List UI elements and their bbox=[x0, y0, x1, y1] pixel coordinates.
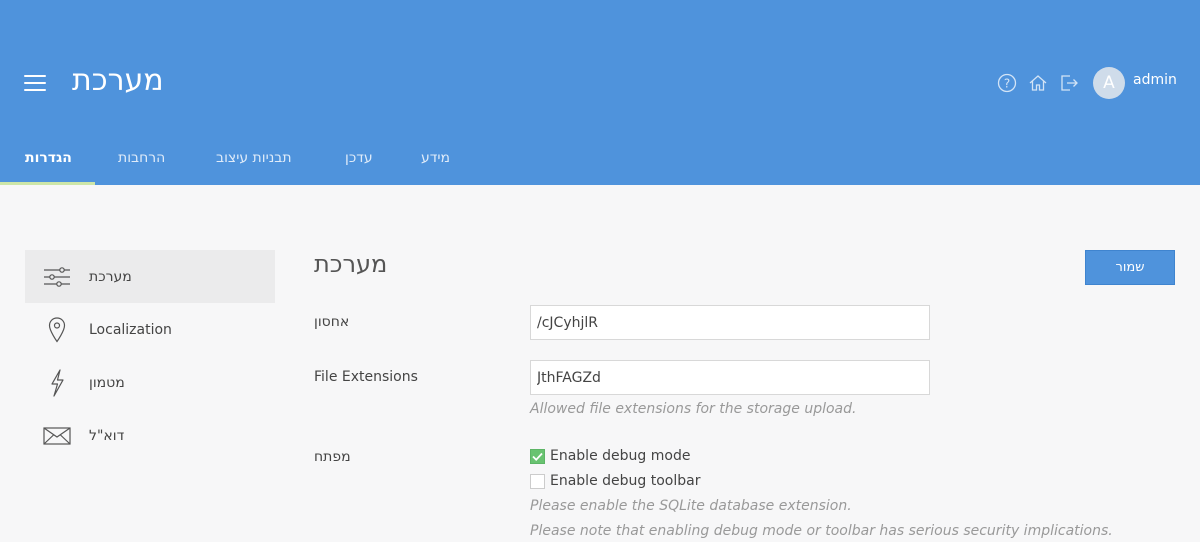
debug-mode-checkbox[interactable]: Enable debug mode bbox=[530, 447, 690, 465]
sidebar-item-label: Localization bbox=[89, 321, 172, 338]
sidebar-item-label: מטמון bbox=[89, 374, 125, 391]
envelope-icon bbox=[25, 409, 89, 462]
storage-label: אחסון bbox=[314, 314, 350, 330]
hamburger-menu-icon[interactable] bbox=[24, 75, 46, 92]
sidebar-item-label: מערכת bbox=[89, 268, 132, 285]
settings-sidebar: מערכת Localization מטמון דוא"ל bbox=[25, 250, 275, 462]
debug-mode-label: Enable debug mode bbox=[550, 448, 691, 464]
app-title: מערכת bbox=[72, 63, 164, 98]
svg-text:?: ? bbox=[1004, 77, 1010, 91]
debug-toolbar-label: Enable debug toolbar bbox=[550, 473, 701, 489]
tab-info[interactable]: מידע bbox=[421, 150, 450, 185]
debug-label: מפתח bbox=[314, 449, 351, 465]
tab-update[interactable]: עדכן bbox=[345, 150, 373, 185]
checkmark-icon bbox=[532, 452, 543, 461]
save-button[interactable]: שמור bbox=[1085, 250, 1175, 285]
map-pin-icon bbox=[25, 303, 89, 356]
top-header: מערכת ? A admin הגדרות הרחבות תבניות עיצ… bbox=[0, 0, 1200, 185]
username[interactable]: admin bbox=[1133, 72, 1177, 88]
security-hint: Please note that enabling debug mode or … bbox=[530, 523, 1113, 539]
sliders-icon bbox=[25, 250, 89, 303]
sqlite-hint: Please enable the SQLite database extens… bbox=[530, 498, 852, 514]
file-extensions-label: File Extensions bbox=[314, 369, 418, 385]
checkbox-unchecked[interactable] bbox=[530, 473, 545, 489]
home-icon[interactable] bbox=[1027, 70, 1049, 96]
logout-icon[interactable] bbox=[1058, 70, 1080, 96]
sidebar-item-system[interactable]: מערכת bbox=[25, 250, 275, 303]
tab-extensions[interactable]: הרחבות bbox=[118, 150, 165, 185]
lightning-icon bbox=[25, 356, 89, 409]
active-tab-indicator bbox=[0, 182, 95, 185]
sidebar-item-cache[interactable]: מטמון bbox=[25, 356, 275, 409]
tab-settings[interactable]: הגדרות bbox=[25, 150, 72, 185]
debug-toolbar-checkbox[interactable]: Enable debug toolbar bbox=[530, 472, 700, 490]
tab-themes[interactable]: תבניות עיצוב bbox=[216, 150, 292, 185]
checkbox-checked[interactable] bbox=[530, 448, 545, 464]
help-icon[interactable]: ? bbox=[996, 70, 1018, 96]
sidebar-item-localization[interactable]: Localization bbox=[25, 303, 275, 356]
file-extensions-input[interactable] bbox=[530, 360, 930, 395]
avatar[interactable]: A bbox=[1093, 67, 1125, 99]
storage-input[interactable] bbox=[530, 305, 930, 340]
sidebar-item-email[interactable]: דוא"ל bbox=[25, 409, 275, 462]
sidebar-item-label: דוא"ל bbox=[89, 427, 125, 444]
section-title: מערכת bbox=[314, 250, 388, 278]
file-extensions-hint: Allowed file extensions for the storage … bbox=[530, 401, 857, 417]
